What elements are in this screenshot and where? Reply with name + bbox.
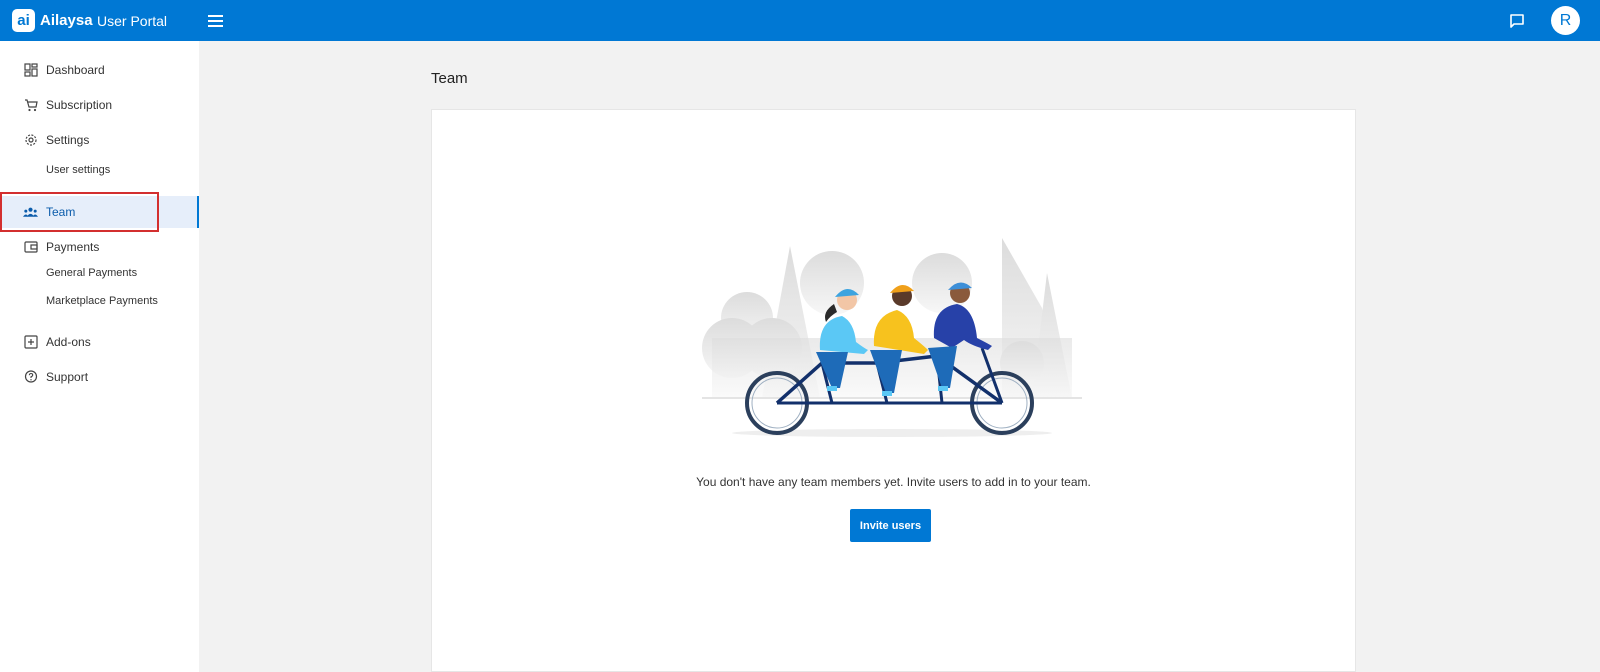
team-icon: [23, 205, 38, 220]
sidebar: Dashboard Subscription Settings User set…: [0, 41, 199, 672]
logo-text: ai: [17, 12, 30, 29]
team-empty-state-card: You don't have any team members yet. Inv…: [431, 109, 1356, 672]
sidebar-item-add-ons[interactable]: Add-ons: [0, 326, 199, 358]
tandem-bicycle-illustration: [702, 238, 1082, 437]
empty-state-message: You don't have any team members yet. Inv…: [696, 475, 1091, 489]
sidebar-item-label: Support: [46, 370, 89, 384]
sidebar-subitem-user-settings[interactable]: User settings: [46, 164, 110, 176]
user-avatar[interactable]: R: [1551, 6, 1580, 35]
sidebar-item-label: Subscription: [46, 98, 113, 112]
hamburger-menu-icon[interactable]: [204, 13, 226, 29]
ailaysa-logo-icon[interactable]: ai: [12, 9, 35, 32]
top-bar: ai Ailaysa User Portal R: [0, 0, 1600, 41]
sidebar-item-settings[interactable]: Settings: [0, 124, 199, 156]
sidebar-item-subscription[interactable]: Subscription: [0, 89, 199, 121]
sidebar-item-payments[interactable]: Payments: [0, 231, 199, 263]
invite-users-button[interactable]: Invite users: [850, 509, 931, 542]
sidebar-item-label: Add-ons: [46, 335, 91, 349]
plus-box-icon: [23, 335, 38, 350]
sidebar-item-dashboard[interactable]: Dashboard: [0, 54, 199, 86]
help-icon: [23, 370, 38, 385]
sidebar-item-label: Settings: [46, 133, 90, 147]
sidebar-item-team[interactable]: Team: [0, 196, 199, 228]
cart-icon: [23, 98, 38, 113]
sidebar-item-label: Team: [46, 205, 76, 219]
sidebar-subitem-marketplace-payments[interactable]: Marketplace Payments: [46, 295, 158, 307]
sidebar-subitem-general-payments[interactable]: General Payments: [46, 267, 137, 279]
page-title: Team: [431, 70, 468, 87]
brand-subtitle: User Portal: [97, 13, 168, 29]
chat-icon[interactable]: [1508, 12, 1526, 30]
sidebar-item-label: Payments: [46, 240, 100, 254]
wallet-icon: [23, 240, 38, 255]
sidebar-item-support[interactable]: Support: [0, 361, 199, 393]
gear-icon: [23, 133, 38, 148]
dashboard-icon: [23, 63, 38, 78]
brand-name[interactable]: Ailaysa: [40, 12, 93, 29]
sidebar-item-label: Dashboard: [46, 63, 105, 77]
